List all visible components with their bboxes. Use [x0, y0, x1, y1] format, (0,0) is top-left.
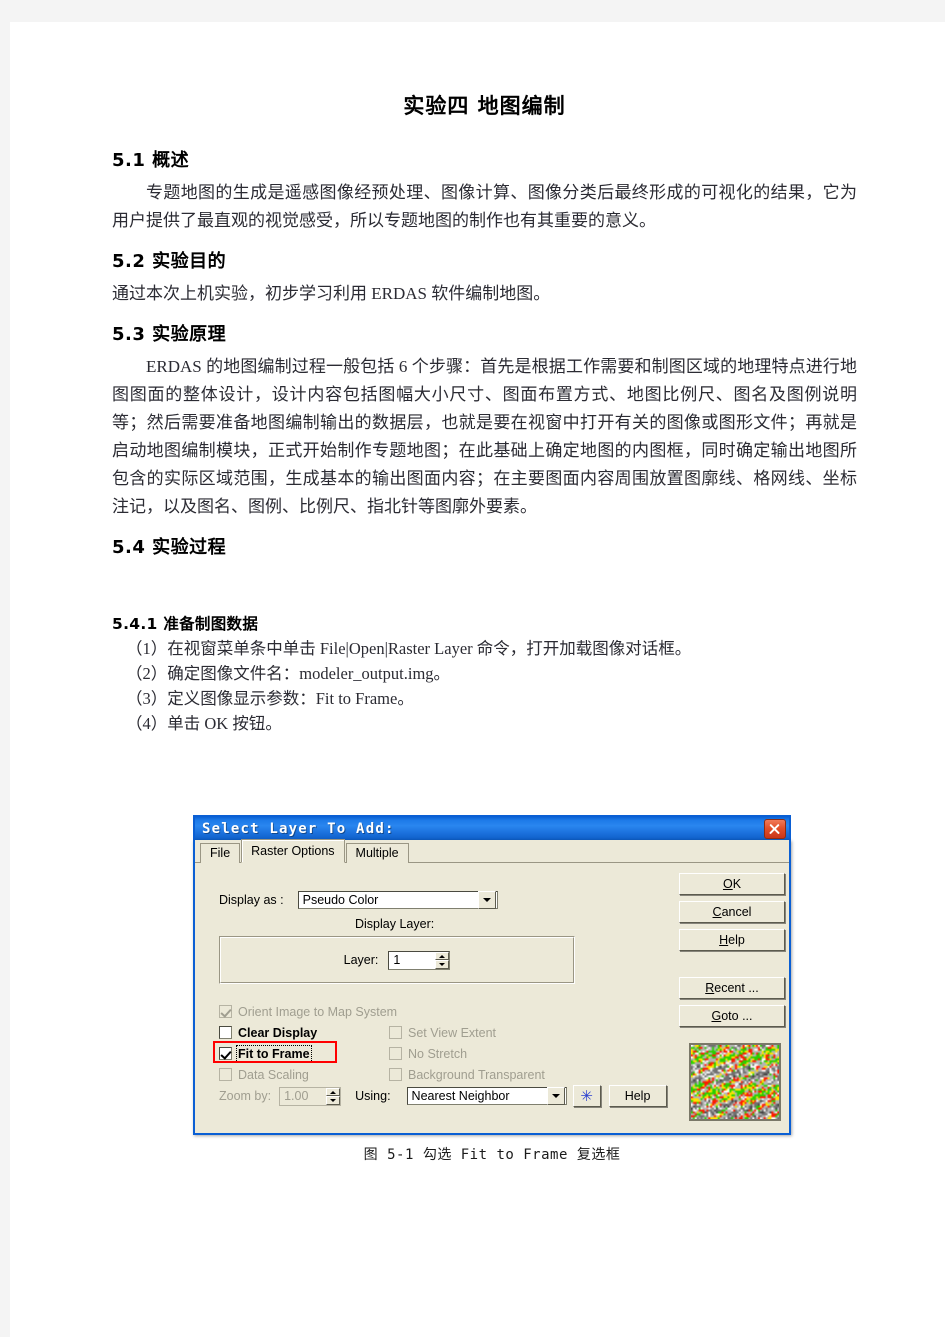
layout-gap	[112, 566, 857, 612]
using-label: Using:	[355, 1089, 391, 1103]
step-list: （1）在视窗菜单条中单击 File|Open|Raster Layer 命令，打…	[112, 636, 857, 736]
figure-caption: 图 5-1 勾选 Fit to Frame 复选框	[363, 1147, 621, 1163]
list-item: （4）单击 OK 按钮。	[126, 714, 282, 733]
section-heading-5-4: 5.4 实验过程	[112, 537, 227, 558]
checkbox-label: Orient Image to Map System	[238, 1004, 398, 1019]
resample-method-value: Nearest Neighbor	[411, 1089, 510, 1103]
chevron-down-icon[interactable]	[477, 891, 496, 909]
dialog-body: Display as : Pseudo Color Display Layer:…	[195, 863, 789, 1133]
checkbox-icon[interactable]	[389, 1026, 402, 1039]
asterisk-button[interactable]: ✳	[572, 1085, 601, 1107]
section-paragraph-5-2: 通过本次上机实验，初步学习利用 ERDAS 软件编制地图。	[112, 284, 551, 303]
display-as-select[interactable]: Pseudo Color	[297, 891, 498, 909]
tab-file[interactable]: File	[200, 843, 241, 863]
display-layer-groupbox: Layer: 1	[219, 936, 575, 984]
dialog-tabbar: File Raster Options Multiple	[195, 839, 789, 863]
checkbox-data-scaling[interactable]: Data Scaling	[219, 1068, 389, 1082]
zoom-by-value: 1.00	[284, 1088, 309, 1103]
label-rest: oto ...	[721, 1009, 753, 1023]
close-icon[interactable]	[764, 818, 786, 839]
page-title: 实验四 地图编制	[403, 94, 566, 118]
tab-multiple[interactable]: Multiple	[345, 843, 409, 863]
mnemonic: H	[719, 933, 729, 947]
spin-up-icon[interactable]	[435, 951, 450, 960]
checkbox-icon[interactable]	[389, 1068, 402, 1081]
display-as-row: Display as : Pseudo Color	[219, 891, 498, 909]
checkbox-icon[interactable]	[389, 1047, 402, 1060]
list-item: （2）确定图像文件名：modeler_output.img。	[126, 664, 451, 683]
zoom-spin-buttons[interactable]	[326, 1087, 341, 1105]
checkbox-row-2: Clear Display Set View Extent	[219, 1022, 649, 1043]
checkbox-fit-to-frame[interactable]: Fit to Frame	[219, 1044, 389, 1063]
list-item: （1）在视窗菜单条中单击 File|Open|Raster Layer 命令，打…	[126, 639, 692, 658]
tab-raster-options[interactable]: Raster Options	[241, 839, 345, 863]
spin-down-icon[interactable]	[435, 960, 450, 969]
zoom-by-label: Zoom by:	[219, 1089, 272, 1103]
layer-stepper[interactable]: 1	[388, 950, 451, 970]
checkbox-label: Set View Extent	[408, 1025, 497, 1040]
button-gap	[679, 957, 783, 977]
checkbox-label: No Stretch	[408, 1046, 468, 1061]
help-button[interactable]: Help	[679, 929, 785, 951]
section-paragraph-5-1: 专题地图的生成是遥感图像经预处理、图像计算、图像分类后最终形成的可视化的结果，它…	[112, 183, 857, 230]
resample-method-select[interactable]: Nearest Neighbor	[406, 1087, 567, 1105]
help-button-inline[interactable]: Help	[608, 1085, 667, 1107]
ok-button[interactable]: OK	[679, 873, 785, 895]
checkbox-background-transparent[interactable]: Background Transparent	[389, 1068, 545, 1082]
section-heading-5-2: 5.2 实验目的	[112, 251, 227, 272]
dialog-title: Select Layer To Add:	[202, 820, 395, 837]
goto-button[interactable]: Goto ...	[679, 1005, 785, 1027]
checkbox-row-1: Orient Image to Map System	[219, 1001, 649, 1022]
checkbox-row-4: Data Scaling Background Transparent	[219, 1064, 649, 1085]
checkbox-row-3: Fit to Frame No Stretch	[219, 1043, 649, 1064]
section-heading-5-3: 5.3 实验原理	[112, 324, 227, 345]
checkbox-label: Clear Display	[238, 1025, 318, 1040]
zoom-by-stepper[interactable]: 1.00	[279, 1086, 342, 1106]
checkbox-label: Data Scaling	[238, 1067, 309, 1082]
dialog-left-pane: Display as : Pseudo Color Display Layer:…	[195, 863, 667, 1133]
checkbox-icon[interactable]	[219, 1005, 232, 1018]
display-layer-group-label: Display Layer:	[355, 917, 435, 931]
display-as-value: Pseudo Color	[302, 893, 379, 907]
figure-dialog-screenshot: Select Layer To Add: File Raster Options…	[193, 815, 791, 1164]
checkbox-icon[interactable]	[219, 1068, 232, 1081]
layer-spin-buttons[interactable]	[435, 951, 450, 969]
checkbox-label: Fit to Frame	[236, 1044, 312, 1063]
checkbox-icon[interactable]	[219, 1047, 232, 1060]
spin-down-icon[interactable]	[326, 1096, 341, 1105]
label-rest: elp	[728, 933, 745, 947]
recent-button[interactable]: Recent ...	[679, 977, 785, 999]
mnemonic: R	[705, 981, 715, 995]
raster-options-checkbox-grid: Orient Image to Map System Clear Display…	[219, 1001, 649, 1085]
classified-raster-preview	[689, 1043, 781, 1121]
layer-label: Layer:	[343, 953, 379, 967]
layer-value: 1	[393, 952, 401, 967]
zoom-row: Zoom by: 1.00 Using: Nearest Neighbor ✳ …	[219, 1085, 667, 1107]
label-rest: ecent ...	[714, 981, 759, 995]
checkbox-orient-image-to-map-system[interactable]: Orient Image to Map System	[219, 1005, 397, 1019]
label-rest: K	[732, 877, 742, 891]
chevron-down-icon[interactable]	[546, 1087, 565, 1105]
checkbox-no-stretch[interactable]: No Stretch	[389, 1047, 467, 1061]
dialog-titlebar: Select Layer To Add:	[193, 815, 791, 840]
list-item: （3）定义图像显示参数：Fit to Frame。	[126, 689, 414, 708]
section-paragraph-5-3: ERDAS 的地图编制过程一般包括 6 个步骤：首先是根据工作需要和制图区域的地…	[112, 357, 857, 516]
subsection-heading-5-4-1: 5.4.1 准备制图数据	[112, 615, 259, 633]
document-page: 实验四 地图编制 5.1 概述 专题地图的生成是遥感图像经预处理、图像计算、图像…	[10, 22, 945, 1337]
checkbox-icon[interactable]	[219, 1026, 232, 1039]
display-as-label: Display as :	[219, 893, 284, 907]
checkbox-clear-display[interactable]: Clear Display	[219, 1026, 389, 1040]
section-heading-5-1: 5.1 概述	[112, 150, 190, 171]
mnemonic: G	[711, 1009, 722, 1023]
spin-up-icon[interactable]	[326, 1087, 341, 1096]
cancel-button[interactable]: Cancel	[679, 901, 785, 923]
checkbox-set-view-extent[interactable]: Set View Extent	[389, 1026, 496, 1040]
select-layer-dialog: File Raster Options Multiple Display as …	[193, 839, 791, 1135]
mnemonic: C	[712, 905, 722, 919]
document-content: 实验四 地图编制 5.1 概述 专题地图的生成是遥感图像经预处理、图像计算、图像…	[112, 90, 857, 736]
checkbox-label: Background Transparent	[408, 1067, 545, 1082]
label-rest: ancel	[721, 905, 752, 919]
dialog-button-column: OK Cancel Help Recent ... Goto ...	[679, 873, 785, 1033]
mnemonic: O	[722, 877, 733, 891]
